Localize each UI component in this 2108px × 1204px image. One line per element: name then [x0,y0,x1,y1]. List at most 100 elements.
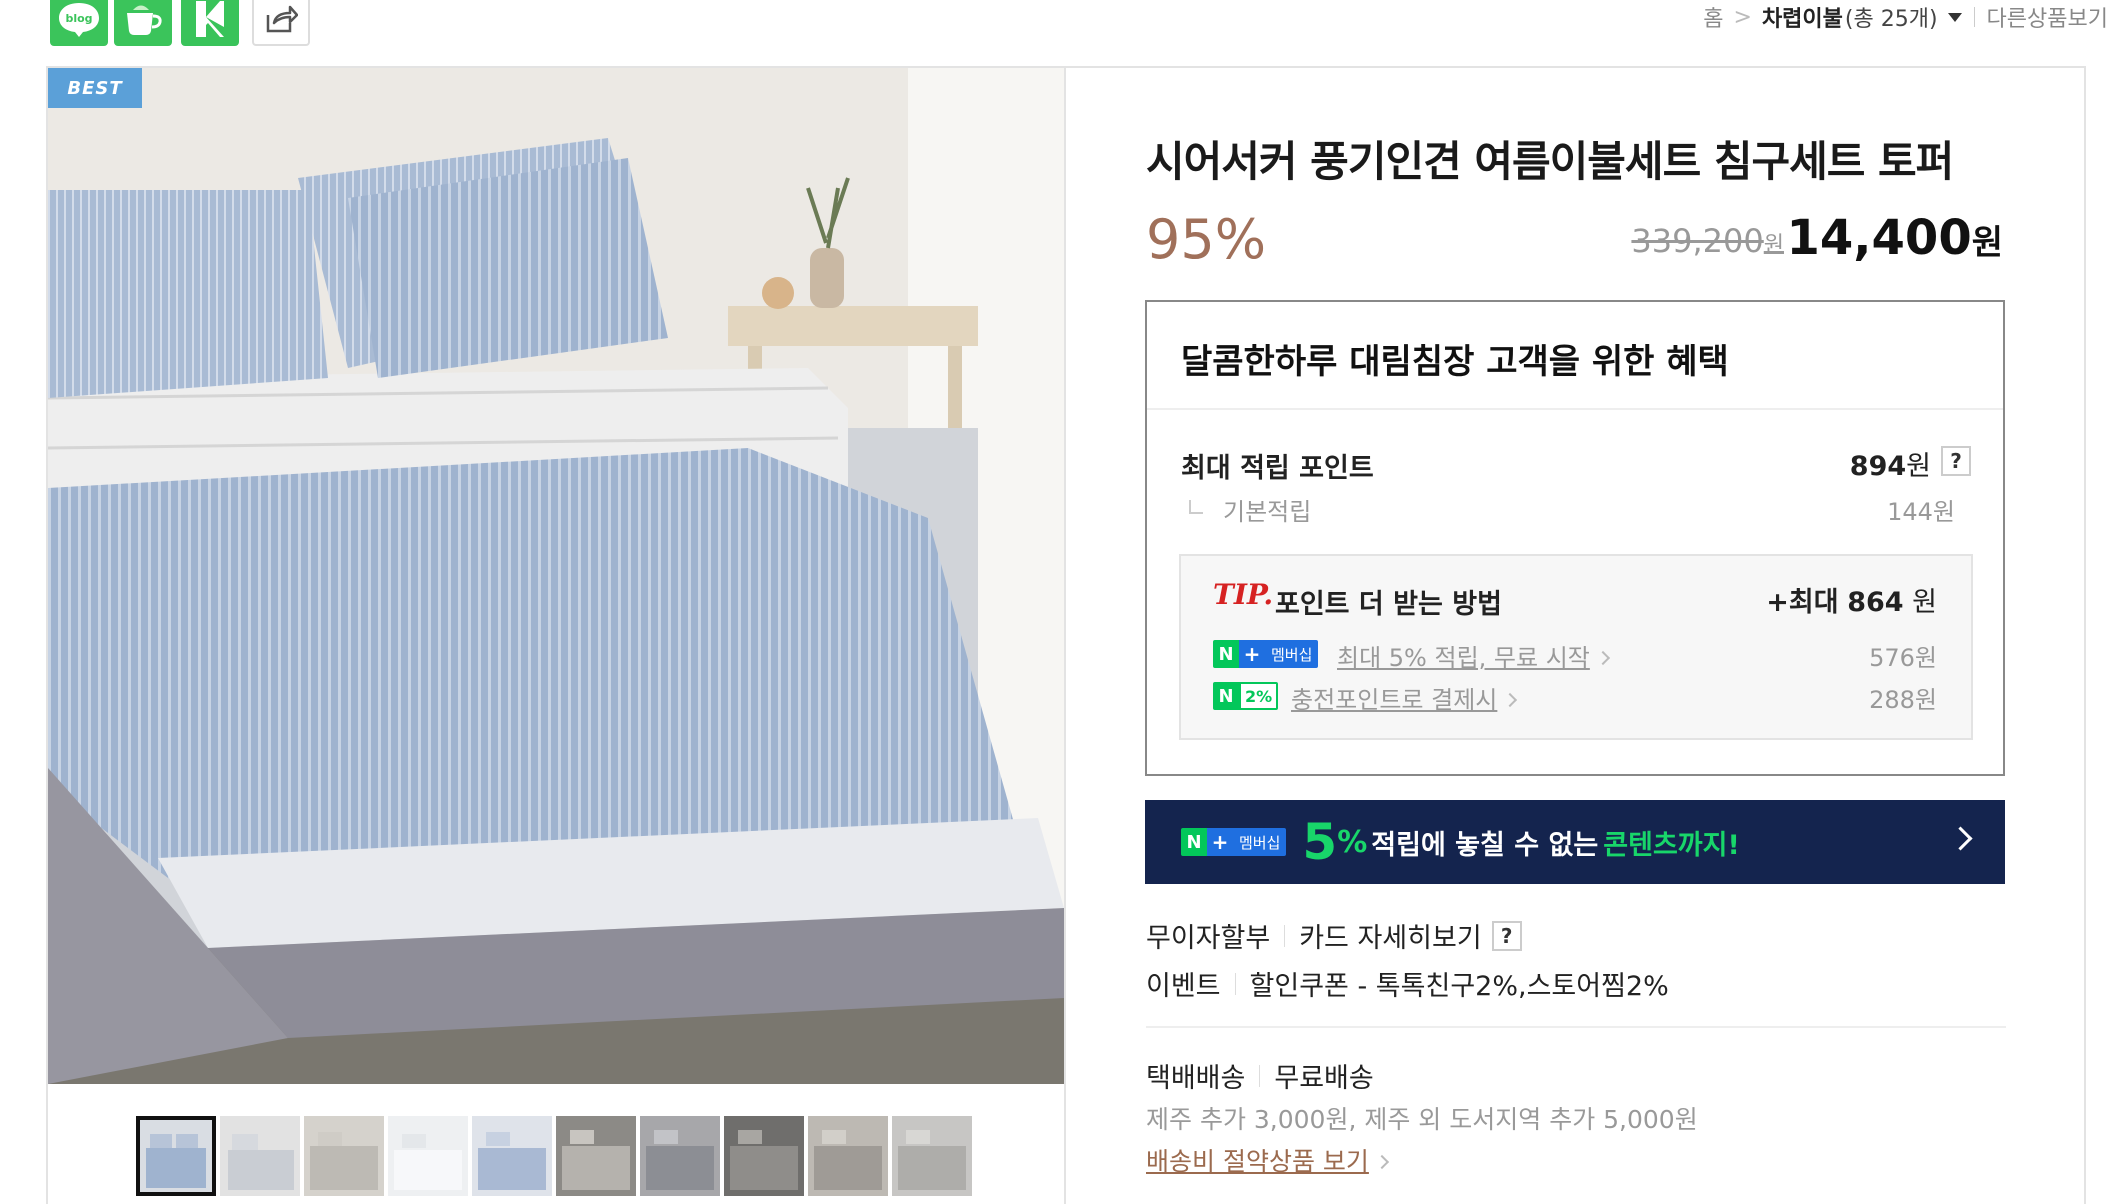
shipping-saving-link-text: 배송비 절약상품 보기 [1146,1147,1369,1176]
breadcrumb-separator: > [1733,4,1752,30]
discount-rate: 95% [1146,208,1267,271]
tip-max-prefix: +최대 [1766,587,1839,618]
charge-point-link[interactable]: 충전포인트로 결제시 [1291,680,1518,715]
thumbnail-4[interactable] [388,1116,468,1196]
original-price: 339,200원 [1631,222,1784,260]
sale-price-unit: 원 [1971,223,2003,263]
base-point-label: 기본적립 [1223,498,1312,526]
sale-price-value: 14,400 [1786,210,1972,266]
thumbnail-1[interactable] [136,1116,216,1196]
base-point-row: 기본적립 [1181,492,1311,527]
other-products-link[interactable]: 다른상품보기 [1987,1,2108,33]
thumbnail-image [220,1116,300,1196]
thumbnail-7[interactable] [640,1116,720,1196]
base-point-value: 144원 [1887,498,1955,526]
tip-max-number: 864 [1847,587,1904,618]
thumbnail-2[interactable] [220,1116,300,1196]
indent-hook-icon [1189,500,1203,514]
charge-point-link-text: 충전포인트로 결제시 [1291,686,1498,714]
thumbnail-strip [136,1116,972,1196]
original-price-unit: 원 [1763,233,1784,258]
benefit-title: 달콤한하루 대림침장 고객을 위한 혜택 [1181,342,1729,382]
shipping-method: 택배배송 [1146,1063,1246,1094]
bedding-photo [48,68,1064,1084]
product-title: 시어서커 풍기인견 여름이불세트 침구세트 토퍼 [1146,137,1954,186]
thumbnail-image [388,1116,468,1196]
share-button[interactable] [252,0,310,46]
event-text: 할인쿠폰 - 톡톡친구2%,스토어찜2% [1249,971,1669,1002]
product-main-image[interactable] [48,68,1064,1084]
event-row: 이벤트 할인쿠폰 - 톡톡친구2%,스토어찜2% [1146,964,1669,1003]
naver-pay-2pct-badge: N 2% [1213,682,1279,710]
thumbnail-image [640,1116,720,1196]
original-price-value: 339,200 [1631,222,1764,260]
breadcrumb-category[interactable]: 차렵이불 [1762,1,1843,33]
tip-max-point: +최대 864 원 [1766,580,1937,619]
banner-text: 적립에 놓칠 수 없는 [1371,829,1599,861]
blog-share-button[interactable]: blog [50,0,108,46]
tip-text: 포인트 더 받는 방법 [1275,589,1502,620]
best-badge: BEST [48,68,142,108]
shipping-saving-link[interactable]: 배송비 절약상품 보기 [1146,1142,1389,1178]
naver-n-icon: N [1181,828,1207,856]
membership-label: 멤버십 [1265,640,1319,668]
cafe-share-button[interactable] [114,0,172,46]
chevron-right-icon [1374,1154,1389,1170]
kakao-story-share-button[interactable] [181,0,239,46]
banner-percent: % [1337,824,1368,860]
benefit-box: 달콤한하루 대림침장 고객을 위한 혜택 최대 적립 포인트 894원 ? 기본… [1145,300,2005,776]
breadcrumb-home[interactable]: 홈 [1703,1,1723,33]
kakao-story-icon [196,1,224,37]
breadcrumb-count: (총 25개) [1844,7,1938,32]
chevron-right-icon [1595,650,1610,666]
chevron-right-icon [1948,826,1973,851]
thumbnail-9[interactable] [808,1116,888,1196]
membership-banner[interactable]: N + 멤버십 5 % 적립에 놓칠 수 없는 콘텐츠까지! [1145,800,2005,884]
chevron-down-icon[interactable] [1947,12,1962,22]
max-point-label: 최대 적립 포인트 [1181,453,1374,484]
membership-link-text: 최대 5% 적립, 무료 시작 [1337,644,1590,672]
card-details-link[interactable]: 카드 자세히보기 [1299,916,1481,955]
thumbnail-8[interactable] [724,1116,804,1196]
max-point-value: 894원 [1850,444,1931,483]
thumbnail-image [724,1116,804,1196]
charge-point-amount: 288원 [1869,686,1937,714]
banner-big-number: 5 [1302,813,1338,871]
chevron-right-icon [1503,692,1518,708]
shipping-fee: 무료배송 [1274,1063,1374,1094]
thumbnail-5[interactable] [472,1116,552,1196]
separator [1234,972,1236,995]
point-help-button[interactable]: ? [1941,446,1971,476]
thumbnail-10[interactable] [892,1116,972,1196]
thumbnail-image [556,1116,636,1196]
tip-label: TIP. [1213,578,1274,611]
thumbnail-6[interactable] [556,1116,636,1196]
card-help-button[interactable]: ? [1491,920,1522,951]
thumbnail-image [472,1116,552,1196]
thumbnail-image [892,1116,972,1196]
installment-label: 무이자할부 [1146,923,1271,954]
breadcrumb: 홈 > 차렵이불 (총 25개) 다른상품보기 [1703,1,2108,33]
separator [1259,1064,1261,1087]
shipping-note: 제주 추가 3,000원, 제주 외 도서지역 추가 5,000원 [1146,1105,1698,1134]
blog-icon: blog [59,3,99,37]
thumbnail-3[interactable] [304,1116,384,1196]
plus-icon: + [1207,828,1233,856]
membership-amount: 576원 [1869,644,1937,672]
breadcrumb-divider [1973,7,1975,27]
two-percent-label: 2% [1239,682,1279,710]
cafe-cup-icon [127,5,162,35]
tip-max-unit: 원 [1912,587,1937,618]
content-border-right [2084,66,2086,1204]
max-point-unit: 원 [1906,451,1931,482]
payment-row: 무이자할부 카드 자세히보기 ? [1146,916,1522,955]
banner-membership-badge: N + 멤버십 [1181,828,1287,856]
share-icon [266,5,298,33]
naver-n-icon: N [1213,640,1239,668]
thumbnail-image [808,1116,888,1196]
event-label: 이벤트 [1146,971,1221,1002]
membership-link[interactable]: 최대 5% 적립, 무료 시작 [1337,638,1610,673]
thumbnail-image [304,1116,384,1196]
separator [1284,924,1286,947]
section-divider [1146,1026,2006,1028]
